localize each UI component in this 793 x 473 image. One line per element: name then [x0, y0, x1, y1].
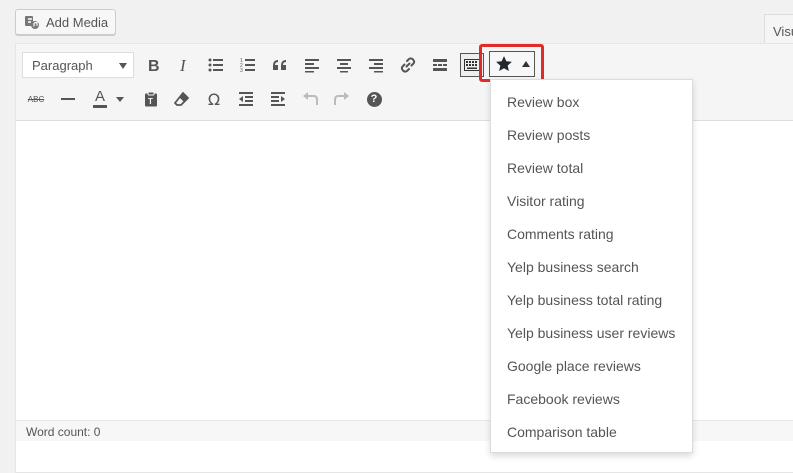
blockquote-icon — [273, 60, 286, 70]
align-right-icon — [369, 59, 383, 73]
align-right-button[interactable] — [362, 51, 390, 79]
text-color-button[interactable]: A — [86, 85, 114, 113]
menu-item[interactable]: Google place reviews — [491, 350, 692, 383]
blockquote-button[interactable] — [266, 51, 294, 79]
outdent-icon — [239, 92, 253, 106]
strikethrough-button[interactable]: ABC — [22, 85, 50, 113]
read-more-icon — [433, 59, 447, 71]
paste-as-text-button[interactable]: T — [137, 85, 165, 113]
format-select-value: Paragraph — [32, 58, 93, 73]
undo-button[interactable] — [296, 85, 324, 113]
keyboard-icon — [464, 59, 480, 71]
help-icon: ? — [366, 91, 382, 107]
menu-item[interactable]: Visitor rating — [491, 185, 692, 218]
align-left-button[interactable] — [298, 51, 326, 79]
svg-text:3: 3 — [240, 68, 243, 73]
italic-button[interactable]: I — [170, 51, 198, 79]
review-shortcodes-button[interactable] — [489, 51, 535, 77]
eraser-icon — [174, 92, 189, 106]
menu-item[interactable]: Yelp business total rating — [491, 284, 692, 317]
star-icon — [496, 56, 512, 72]
chevron-up-icon — [522, 61, 530, 67]
tab-visual[interactable]: Visu — [764, 14, 793, 43]
indent-icon — [271, 92, 285, 106]
insert-link-button[interactable] — [394, 51, 422, 79]
numbered-list-button[interactable]: 1 2 3 — [234, 51, 262, 79]
menu-item[interactable]: Yelp business search — [491, 251, 692, 284]
text-color-swatch — [93, 105, 107, 108]
menu-item[interactable]: Comments rating — [491, 218, 692, 251]
chevron-down-icon — [116, 96, 124, 102]
keyboard-shortcuts-button[interactable]: ? — [360, 85, 388, 113]
media-icon — [24, 14, 40, 30]
menu-item[interactable]: Review box — [491, 86, 692, 119]
tab-visual-label: Visu — [773, 24, 793, 39]
word-count: Word count: 0 — [26, 425, 101, 439]
format-select[interactable]: Paragraph — [22, 52, 134, 78]
redo-button[interactable] — [328, 85, 356, 113]
bullet-list-icon — [208, 58, 223, 72]
link-icon — [400, 57, 416, 73]
menu-item[interactable]: Yelp business user reviews — [491, 317, 692, 350]
svg-text:B: B — [148, 58, 160, 73]
align-center-button[interactable] — [330, 51, 358, 79]
bold-button[interactable]: B — [139, 51, 167, 79]
bullet-list-button[interactable] — [202, 51, 230, 79]
indent-button[interactable] — [264, 85, 292, 113]
omega-icon: Ω — [207, 89, 221, 109]
redo-icon — [334, 92, 349, 105]
help-icon-glyph: ? — [370, 93, 378, 105]
undo-icon — [303, 92, 318, 105]
clear-formatting-button[interactable] — [168, 85, 196, 113]
add-media-button[interactable]: Add Media — [15, 9, 116, 35]
add-media-label: Add Media — [46, 14, 109, 30]
clipboard-icon: T — [145, 91, 157, 107]
special-character-button[interactable]: Ω — [200, 85, 228, 113]
horizontal-line-icon — [61, 98, 75, 100]
svg-text:T: T — [148, 97, 153, 106]
align-left-icon — [305, 59, 319, 73]
read-more-button[interactable] — [426, 51, 454, 79]
menu-item[interactable]: Comparison table — [491, 416, 692, 449]
align-center-icon — [337, 59, 351, 73]
menu-item[interactable]: Review posts — [491, 119, 692, 152]
outdent-button[interactable] — [232, 85, 260, 113]
svg-text:I: I — [179, 57, 187, 73]
text-color-icon: A — [94, 88, 105, 105]
text-color-dropdown[interactable] — [112, 85, 128, 113]
italic-icon: I — [179, 57, 187, 73]
strikethrough-icon: ABC — [27, 94, 45, 104]
numbered-list-icon: 1 2 3 — [240, 58, 255, 73]
menu-item[interactable]: Facebook reviews — [491, 383, 692, 416]
menu-item[interactable]: Review total — [491, 152, 692, 185]
chevron-down-icon — [119, 63, 127, 69]
review-shortcodes-menu: Review box Review posts Review total Visito… — [490, 79, 693, 453]
bold-icon: B — [148, 58, 160, 73]
horizontal-line-button[interactable] — [54, 85, 82, 113]
